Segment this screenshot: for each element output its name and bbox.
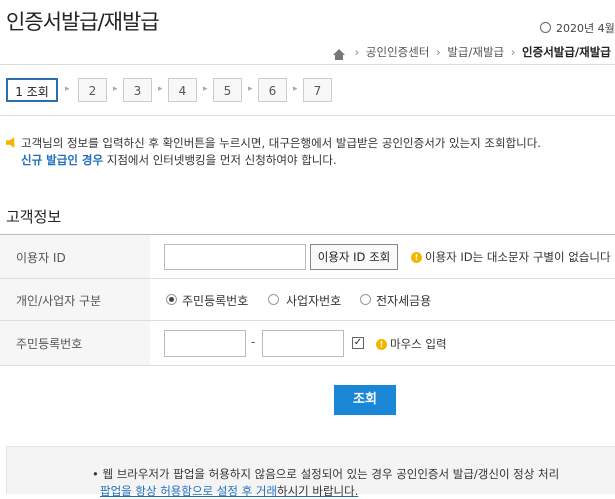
form-row-resident-number: 주민등록번호 - ✓ ! 마우스 입력 xyxy=(0,321,615,366)
chevron-right-icon: ▸ xyxy=(65,84,70,94)
section-title: 고객정보 xyxy=(6,208,62,226)
guide-line-2: 팝업을 항상 허용함으로 설정 후 거래하시기 바랍니다. xyxy=(100,483,358,499)
mouse-input-label[interactable]: ! 마우스 입력 xyxy=(376,336,447,352)
radio-resident-number[interactable] xyxy=(166,294,177,305)
resident-number-part2-input[interactable] xyxy=(262,330,344,357)
chevron-right-icon: ▸ xyxy=(203,84,208,94)
field-label-cell: 주민등록번호 xyxy=(0,321,150,365)
user-id-info: ! 이용자 ID는 대소문자 구별이 없습니다 xyxy=(411,249,611,265)
chevron-right-icon: ▸ xyxy=(293,84,298,94)
user-id-info-text: 이용자 ID는 대소문자 구별이 없습니다 xyxy=(425,250,611,264)
notice-line-1: 고객님의 정보를 입력하신 후 확인버튼을 누르시면, 대구은행에서 발급받은 … xyxy=(6,135,541,151)
speaker-icon xyxy=(6,137,15,148)
mouse-input-checkbox[interactable]: ✓ xyxy=(352,337,364,349)
breadcrumb: › 공인인증센터 › 발급/재발급 › 인증서발급/재발급 xyxy=(333,44,611,60)
notice-line-2: 신규 발급인 경우 지점에서 인터넷뱅킹을 먼저 신청하여야 합니다. xyxy=(21,152,337,168)
radio-business-number[interactable] xyxy=(268,294,279,305)
mouse-input-text[interactable]: 마우스 입력 xyxy=(390,337,447,351)
step-5: 5 xyxy=(213,78,242,102)
divider xyxy=(0,64,615,65)
resident-number-part1-input[interactable] xyxy=(164,330,246,357)
resident-number-dash: - xyxy=(251,335,256,349)
user-id-lookup-button[interactable]: 이용자 ID 조회 xyxy=(310,244,398,270)
step-7: 7 xyxy=(303,78,332,102)
bullet: • xyxy=(92,467,103,481)
form-row-customer-type: 개인/사업자 구분 주민등록번호 사업자번호 전자세금용 xyxy=(0,279,615,321)
field-label-cell: 개인/사업자 구분 xyxy=(0,279,150,320)
breadcrumb-item-issue[interactable]: 발급/재발급 xyxy=(447,45,504,59)
chevron-right-icon: ▸ xyxy=(113,84,118,94)
form-row-user-id: 이용자 ID 이용자 ID 조회 ! 이용자 ID는 대소문자 구별이 없습니다 xyxy=(0,235,615,279)
info-icon: ! xyxy=(411,252,422,263)
clock-icon xyxy=(540,22,551,33)
chevron-right-icon: ▸ xyxy=(158,84,163,94)
breadcrumb-separator: › xyxy=(510,45,516,59)
guide-line-1: • 웹 브라우저가 팝업을 허용하지 않음으로 설정되어 있는 경우 공인인증서… xyxy=(92,466,559,482)
customer-type-label: 개인/사업자 구분 xyxy=(16,294,102,308)
date-display: 2020년 4월 2 xyxy=(540,20,615,36)
search-button[interactable]: 조회 xyxy=(334,385,396,415)
step-2: 2 xyxy=(78,78,107,102)
guide-link[interactable]: 팝업을 항상 허용함으로 설정 후 거래 xyxy=(100,484,277,498)
field-label-cell: 이용자 ID xyxy=(0,235,150,278)
breadcrumb-separator: › xyxy=(354,45,360,59)
user-id-label: 이용자 ID xyxy=(16,251,66,265)
radio-label-resident-number[interactable]: 주민등록번호 xyxy=(182,292,248,309)
radio-e-tax[interactable] xyxy=(360,294,371,305)
mouse-icon: ! xyxy=(376,339,387,350)
step-4: 4 xyxy=(168,78,197,102)
radio-label-e-tax[interactable]: 전자세금용 xyxy=(376,292,431,309)
notice-text-2: 지점에서 인터넷뱅킹을 먼저 신청하여야 합니다. xyxy=(103,153,337,167)
radio-label-business-number[interactable]: 사업자번호 xyxy=(286,292,341,309)
step-1: 1 조회 xyxy=(6,78,58,102)
guide-text-1: 웹 브라우저가 팝업을 허용하지 않음으로 설정되어 있는 경우 공인인증서 발… xyxy=(102,467,560,481)
user-id-input[interactable] xyxy=(164,244,306,270)
step-6: 6 xyxy=(258,78,287,102)
notice-highlight: 신규 발급인 경우 xyxy=(21,153,104,167)
notice-text: 고객님의 정보를 입력하신 후 확인버튼을 누르시면, 대구은행에서 발급받은 … xyxy=(21,136,541,150)
breadcrumb-item-cert-center[interactable]: 공인인증센터 xyxy=(366,45,429,59)
divider xyxy=(0,115,615,116)
home-icon[interactable] xyxy=(333,49,345,60)
page-title: 인증서발급/재발급 xyxy=(6,10,160,34)
guide-text-2: 하시기 바랍니다. xyxy=(276,484,359,498)
breadcrumb-separator: › xyxy=(436,45,441,59)
resident-number-label: 주민등록번호 xyxy=(16,337,83,351)
breadcrumb-item-current: 인증서발급/재발급 xyxy=(522,45,611,59)
step-3: 3 xyxy=(123,78,152,102)
chevron-right-icon: ▸ xyxy=(248,84,253,94)
date-text: 2020년 4월 2 xyxy=(556,22,615,35)
